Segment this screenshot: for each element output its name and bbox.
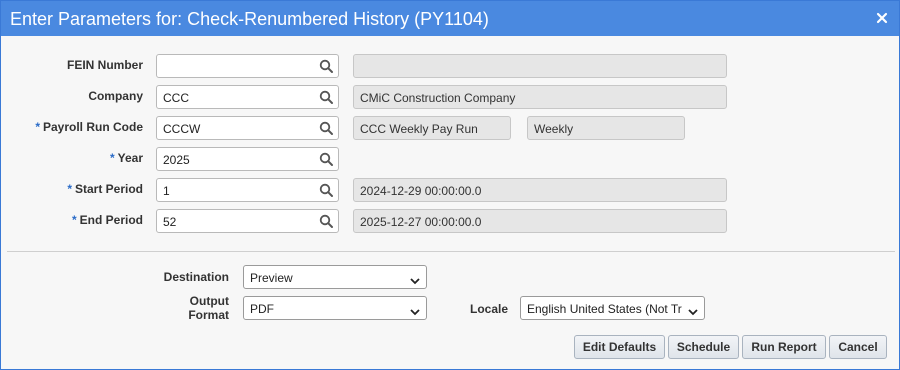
search-icon[interactable]	[319, 59, 334, 74]
start-period-label: * Start Period	[67, 182, 143, 196]
year-value: 2025	[163, 153, 190, 167]
end-period-description: 2025-12-27 00:00:00.0	[353, 209, 727, 233]
start-period-value: 1	[163, 184, 170, 198]
search-icon[interactable]	[319, 152, 334, 167]
dialog-title: Enter Parameters for: Check-Renumbered H…	[10, 9, 489, 29]
payroll-run-code-row: * Payroll Run Code CCCW CCC Weekly Pay Ru…	[1, 116, 900, 140]
chevron-down-icon	[688, 305, 698, 316]
end-period-description-text: 2025-12-27 00:00:00.0	[360, 215, 482, 229]
search-icon[interactable]	[319, 214, 334, 229]
start-period-row: * Start Period 1 2024-12-29 00:00:00.0	[1, 178, 900, 202]
fein-description	[353, 54, 727, 78]
payroll-run-frequency-text: Weekly	[534, 122, 574, 136]
output-format-select[interactable]: PDF	[243, 296, 427, 320]
year-row: * Year 2025	[1, 147, 900, 171]
company-description: CMiC Construction Company	[353, 85, 727, 109]
destination-value: Preview	[250, 271, 293, 285]
start-period-input[interactable]: 1	[156, 178, 339, 202]
cancel-button[interactable]: Cancel	[829, 335, 887, 359]
run-report-button[interactable]: Run Report	[742, 335, 826, 359]
chevron-down-icon	[410, 305, 420, 316]
fein-label: FEIN Number	[66, 58, 143, 72]
output-format-label-line1: Output	[189, 294, 229, 308]
required-marker: *	[67, 182, 72, 196]
end-period-value: 52	[163, 215, 177, 229]
company-input[interactable]: CCC	[156, 85, 339, 109]
start-period-description-text: 2024-12-29 00:00:00.0	[360, 184, 482, 198]
destination-select[interactable]: Preview	[243, 265, 427, 289]
company-row: Company CCC CMiC Construction Company	[1, 85, 900, 109]
locale-label: Locale	[469, 302, 508, 316]
company-label: Company	[88, 89, 143, 103]
company-value: CCC	[163, 91, 189, 105]
schedule-button[interactable]: Schedule	[668, 335, 739, 359]
payroll-run-description: CCC Weekly Pay Run	[353, 116, 511, 140]
payroll-run-code-value: CCCW	[163, 122, 201, 136]
company-description-text: CMiC Construction Company	[360, 91, 516, 105]
year-label: * Year	[109, 151, 143, 165]
end-period-label: * End Period	[71, 213, 143, 227]
output-format-value: PDF	[250, 302, 274, 316]
search-icon[interactable]	[319, 121, 334, 136]
search-icon[interactable]	[319, 90, 334, 105]
section-divider	[7, 251, 895, 252]
year-input[interactable]: 2025	[156, 147, 339, 171]
fein-row: FEIN Number	[1, 54, 900, 78]
fein-input[interactable]	[156, 54, 339, 78]
required-marker: *	[71, 213, 77, 227]
destination-label: Destination	[163, 270, 229, 284]
chevron-down-icon	[410, 274, 420, 285]
required-marker: *	[35, 120, 40, 134]
end-period-row: * End Period 52 2025-12-27 00:00:00.0	[1, 209, 900, 233]
edit-defaults-button[interactable]: Edit Defaults	[574, 335, 665, 359]
dialog-titlebar: Enter Parameters for: Check-Renumbered H…	[1, 1, 899, 36]
required-marker: *	[109, 151, 115, 165]
output-format-label: Output Format	[131, 294, 229, 322]
payroll-run-code-label: * Payroll Run Code	[35, 120, 143, 134]
search-icon[interactable]	[319, 183, 334, 198]
payroll-run-frequency: Weekly	[527, 116, 685, 140]
end-period-input[interactable]: 52	[156, 209, 339, 233]
locale-value: English United States (Not Tr	[527, 302, 682, 316]
close-icon[interactable]	[875, 11, 889, 25]
payroll-run-code-input[interactable]: CCCW	[156, 116, 339, 140]
start-period-description: 2024-12-29 00:00:00.0	[353, 178, 727, 202]
payroll-run-description-text: CCC Weekly Pay Run	[360, 122, 478, 136]
output-format-label-line2: Format	[188, 308, 229, 322]
parameters-dialog: Enter Parameters for: Check-Renumbered H…	[0, 0, 900, 370]
locale-select[interactable]: English United States (Not Tr	[520, 296, 705, 320]
